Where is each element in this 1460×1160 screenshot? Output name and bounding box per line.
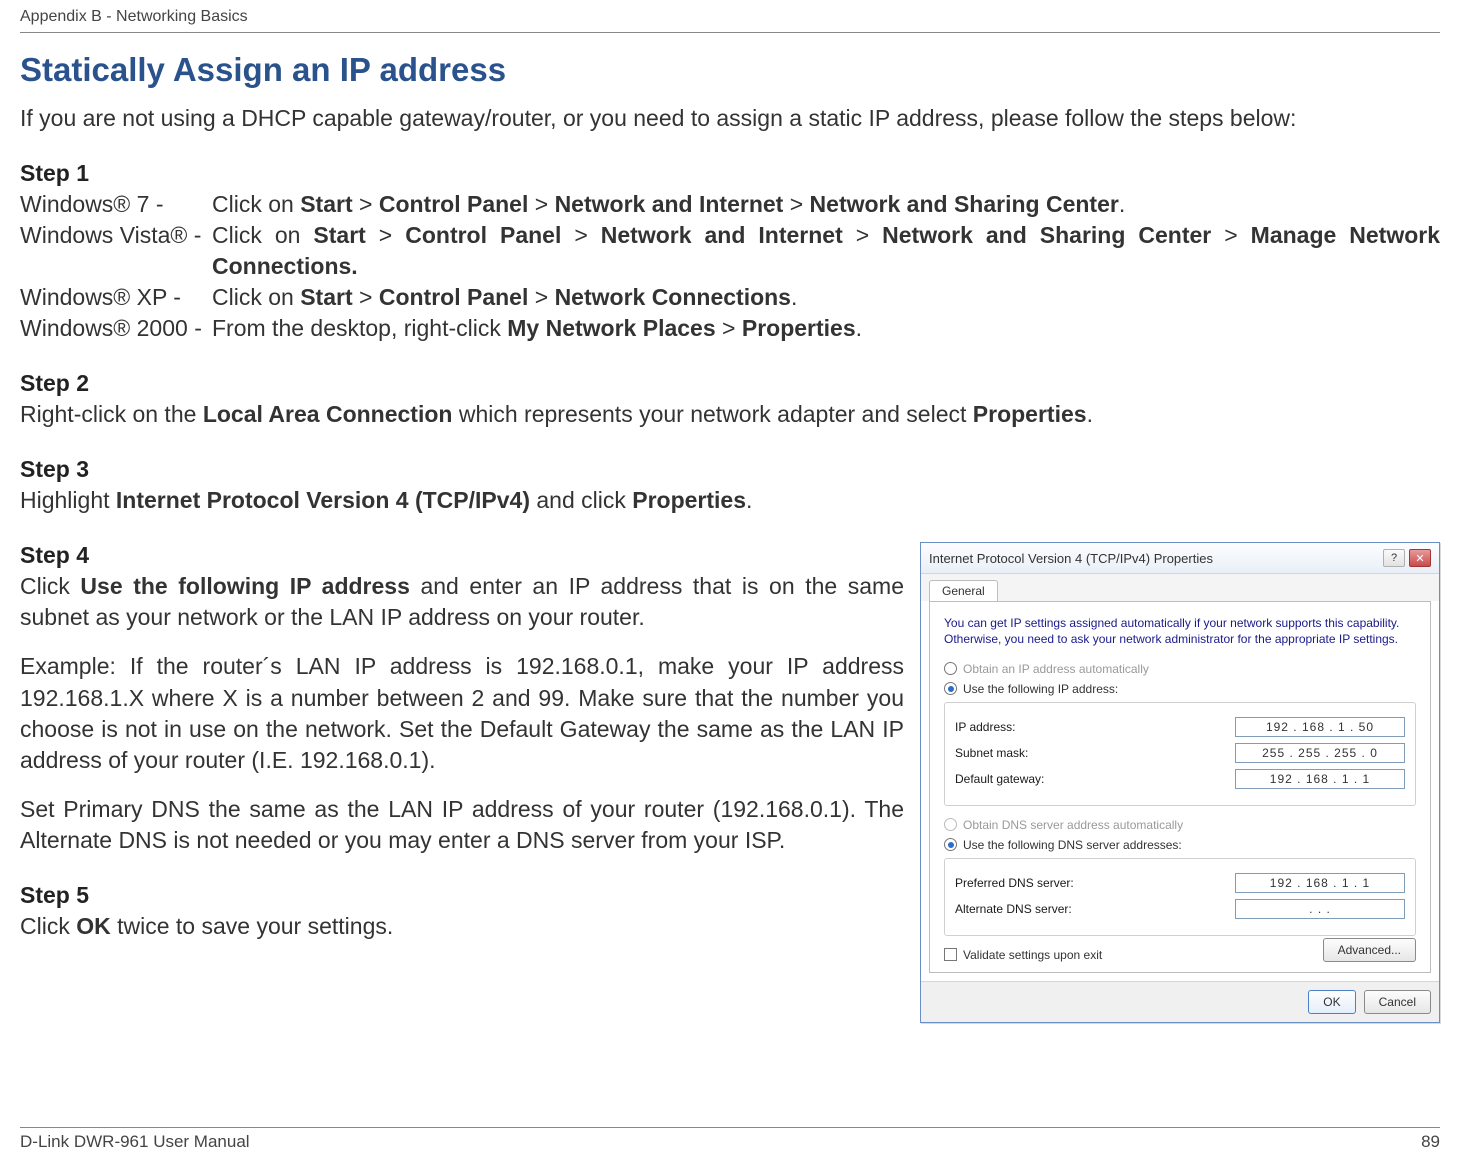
ip-address-label: IP address: xyxy=(955,720,1015,734)
radio-use-dns[interactable]: Use the following DNS server addresses: xyxy=(944,838,1416,852)
os-name: Windows® XP - xyxy=(20,282,212,313)
help-icon[interactable]: ? xyxy=(1383,549,1405,567)
radio-obtain-ip-label: Obtain an IP address automatically xyxy=(963,662,1149,676)
ip-fields-group: IP address: 192 . 168 . 1 . 50 Subnet ma… xyxy=(944,702,1416,806)
step-3: Step 3 Highlight Internet Protocol Versi… xyxy=(20,456,1440,516)
validate-label: Validate settings upon exit xyxy=(963,948,1102,962)
intro-text: If you are not using a DHCP capable gate… xyxy=(20,103,1440,134)
os-instruction: From the desktop, right-click My Network… xyxy=(212,313,1440,344)
subnet-mask-label: Subnet mask: xyxy=(955,746,1028,760)
ok-button[interactable]: OK xyxy=(1308,990,1355,1014)
radio-icon-selected xyxy=(944,838,957,851)
radio-use-ip-label: Use the following IP address: xyxy=(963,682,1118,696)
dialog-tabs: General xyxy=(921,574,1439,601)
radio-obtain-dns-auto: Obtain DNS server address automatically xyxy=(944,818,1416,832)
ip-address-input[interactable]: 192 . 168 . 1 . 50 xyxy=(1235,717,1405,737)
alternate-dns-input[interactable]: . . . xyxy=(1235,899,1405,919)
preferred-dns-label: Preferred DNS server: xyxy=(955,876,1074,890)
page-header: Appendix B - Networking Basics xyxy=(20,8,1440,33)
step-2: Step 2 Right-click on the Local Area Con… xyxy=(20,370,1440,430)
dialog-footer: OK Cancel xyxy=(921,981,1439,1022)
os-name: Windows® 2000 - xyxy=(20,313,212,344)
step-5-text: Click OK twice to save your settings. xyxy=(20,911,904,942)
step-3-label: Step 3 xyxy=(20,456,1440,483)
step-4-p1: Click Use the following IP address and e… xyxy=(20,571,904,633)
radio-use-ip[interactable]: Use the following IP address: xyxy=(944,682,1416,696)
radio-icon-disabled xyxy=(944,818,957,831)
footer-manual-name: D-Link DWR-961 User Manual xyxy=(20,1132,250,1152)
tab-general[interactable]: General xyxy=(929,580,998,601)
radio-icon-selected xyxy=(944,682,957,695)
subnet-mask-input[interactable]: 255 . 255 . 255 . 0 xyxy=(1235,743,1405,763)
os-instruction-row: Windows® XP -Click on Start > Control Pa… xyxy=(20,282,1440,313)
step-4-label: Step 4 xyxy=(20,542,904,569)
os-instruction: Click on Start > Control Panel > Network… xyxy=(212,282,1440,313)
dns-fields-group: Preferred DNS server: 192 . 168 . 1 . 1 … xyxy=(944,858,1416,936)
radio-obtain-ip-auto[interactable]: Obtain an IP address automatically xyxy=(944,662,1416,676)
step-4-p2: Example: If the router´s LAN IP address … xyxy=(20,651,904,775)
step-3-text: Highlight Internet Protocol Version 4 (T… xyxy=(20,485,1440,516)
step-5: Step 5 Click OK twice to save your setti… xyxy=(20,882,904,942)
dialog-titlebar: Internet Protocol Version 4 (TCP/IPv4) P… xyxy=(921,543,1439,574)
titlebar-buttons: ? ✕ xyxy=(1383,549,1431,567)
cancel-button[interactable]: Cancel xyxy=(1364,990,1431,1014)
ipv4-properties-dialog: Internet Protocol Version 4 (TCP/IPv4) P… xyxy=(920,542,1440,1022)
step-2-label: Step 2 xyxy=(20,370,1440,397)
step-5-label: Step 5 xyxy=(20,882,904,909)
dialog-title-text: Internet Protocol Version 4 (TCP/IPv4) P… xyxy=(929,551,1213,566)
footer-page-number: 89 xyxy=(1421,1132,1440,1152)
radio-obtain-dns-label: Obtain DNS server address automatically xyxy=(963,818,1183,832)
dialog-description: You can get IP settings assigned automat… xyxy=(944,616,1416,647)
radio-use-dns-label: Use the following DNS server addresses: xyxy=(963,838,1182,852)
section-title: Statically Assign an IP address xyxy=(20,51,1440,89)
step-1-label: Step 1 xyxy=(20,160,1440,187)
os-instruction: Click on Start > Control Panel > Network… xyxy=(212,220,1440,282)
page-footer: D-Link DWR-961 User Manual 89 xyxy=(20,1127,1440,1152)
close-icon[interactable]: ✕ xyxy=(1409,549,1431,567)
advanced-button[interactable]: Advanced... xyxy=(1323,938,1416,962)
step-2-text: Right-click on the Local Area Connection… xyxy=(20,399,1440,430)
os-instruction-row: Windows® 7 -Click on Start > Control Pan… xyxy=(20,189,1440,220)
alternate-dns-label: Alternate DNS server: xyxy=(955,902,1072,916)
checkbox-icon xyxy=(944,948,957,961)
step-4-p3: Set Primary DNS the same as the LAN IP a… xyxy=(20,794,904,856)
os-instruction-row: Windows Vista® -Click on Start > Control… xyxy=(20,220,1440,282)
default-gateway-input[interactable]: 192 . 168 . 1 . 1 xyxy=(1235,769,1405,789)
preferred-dns-input[interactable]: 192 . 168 . 1 . 1 xyxy=(1235,873,1405,893)
step-4: Step 4 Click Use the following IP addres… xyxy=(20,542,904,855)
os-name: Windows Vista® - xyxy=(20,220,212,282)
dialog-body: You can get IP settings assigned automat… xyxy=(929,601,1431,972)
radio-icon xyxy=(944,662,957,675)
step-1: Step 1 Windows® 7 -Click on Start > Cont… xyxy=(20,160,1440,344)
os-instruction: Click on Start > Control Panel > Network… xyxy=(212,189,1440,220)
os-instruction-row: Windows® 2000 -From the desktop, right-c… xyxy=(20,313,1440,344)
default-gateway-label: Default gateway: xyxy=(955,772,1044,786)
os-name: Windows® 7 - xyxy=(20,189,212,220)
